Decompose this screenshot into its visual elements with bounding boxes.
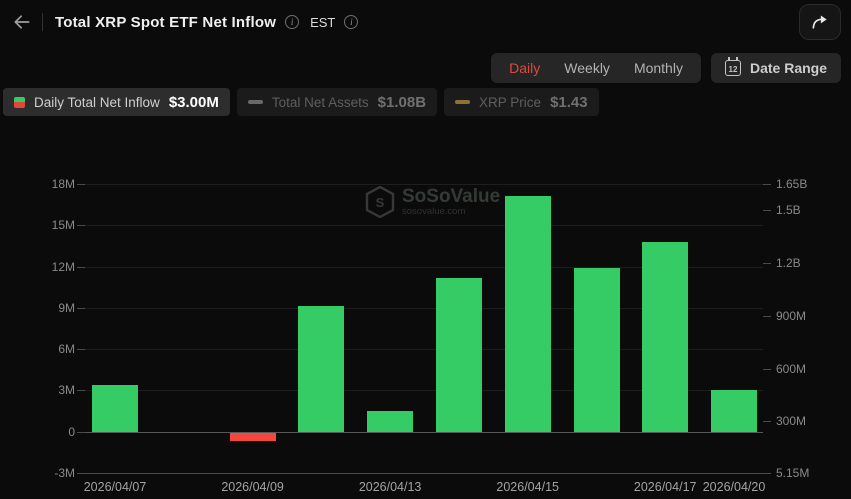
left-axis-label: 9M — [15, 302, 75, 314]
bar-2026/04/16[interactable] — [574, 268, 620, 432]
timezone-info-icon[interactable] — [344, 15, 358, 29]
right-axis-label: 600M — [776, 363, 836, 375]
legend-label: Daily Total Net Inflow — [34, 95, 160, 110]
left-axis-tick — [77, 432, 85, 433]
left-axis-tick — [77, 184, 85, 185]
x-axis-label: 2026/04/07 — [70, 480, 160, 494]
header-divider — [42, 13, 43, 31]
bar-2026/04/13[interactable] — [367, 411, 413, 432]
date-range-button[interactable]: 12 Date Range — [711, 53, 841, 83]
timezone-label: EST — [310, 15, 335, 30]
left-axis-label: 6M — [15, 343, 75, 355]
right-axis-tick — [763, 369, 771, 370]
right-axis-tick — [763, 421, 771, 422]
bar-2026/04/15[interactable] — [505, 196, 551, 431]
legend-label: XRP Price — [479, 95, 541, 110]
bar-2026/04/14[interactable] — [436, 278, 482, 432]
left-axis-tick — [77, 473, 85, 474]
legend-value: $3.00M — [169, 94, 219, 111]
legend-row: Daily Total Net Inflow $3.00M Total Net … — [3, 88, 599, 116]
left-axis-tick — [77, 225, 85, 226]
dash-icon — [455, 100, 470, 104]
watermark-domain: sosovalue.com — [402, 206, 500, 217]
left-axis-label: 12M — [15, 261, 75, 273]
right-axis-label: 1.65B — [776, 178, 836, 190]
right-axis-label: 1.2B — [776, 257, 836, 269]
watermark-name: SoSoValue — [402, 187, 500, 206]
period-tab-group: Daily Weekly Monthly — [491, 53, 701, 83]
legend-item-total-net-assets[interactable]: Total Net Assets $1.08B — [237, 88, 437, 116]
right-axis-tick — [763, 210, 771, 211]
right-axis-label: 900M — [776, 310, 836, 322]
legend-item-xrp-price[interactable]: XRP Price $1.43 — [444, 88, 599, 116]
date-range-label: Date Range — [750, 60, 827, 76]
controls-row: Daily Weekly Monthly 12 Date Range — [491, 53, 841, 83]
legend-item-daily-net-inflow[interactable]: Daily Total Net Inflow $3.00M — [3, 88, 230, 116]
bar-2026/04/10[interactable] — [298, 306, 344, 431]
header: Total XRP Spot ETF Net Inflow EST — [0, 0, 851, 44]
right-axis-label: 300M — [776, 415, 836, 427]
x-axis-label: 2026/04/13 — [345, 480, 435, 494]
tab-monthly[interactable]: Monthly — [622, 55, 695, 81]
tab-daily[interactable]: Daily — [497, 55, 552, 81]
left-axis-tick — [77, 390, 85, 391]
dash-icon — [248, 100, 263, 104]
bar-2026/04/17[interactable] — [642, 242, 688, 432]
tab-weekly[interactable]: Weekly — [552, 55, 622, 81]
back-arrow-icon — [12, 12, 32, 32]
candle-icon — [14, 97, 25, 108]
right-axis-tick — [763, 316, 771, 317]
right-axis-label: 5.15M — [776, 467, 836, 479]
gridline — [85, 225, 763, 226]
left-axis-label: 3M — [15, 384, 75, 396]
legend-value: $1.08B — [378, 94, 426, 111]
gridline — [85, 473, 763, 474]
left-axis-label: -3M — [15, 467, 75, 479]
back-button[interactable] — [8, 8, 36, 36]
left-axis-tick — [77, 308, 85, 309]
sosovalue-logo-icon: S — [365, 186, 395, 218]
share-icon — [810, 12, 830, 32]
x-axis-label: 2026/04/20 — [689, 480, 779, 494]
left-axis-tick — [77, 349, 85, 350]
left-axis-label: 0 — [15, 426, 75, 438]
page-title: Total XRP Spot ETF Net Inflow — [55, 14, 276, 31]
legend-value: $1.43 — [550, 94, 588, 111]
calendar-icon: 12 — [725, 60, 741, 76]
zero-gridline — [85, 432, 763, 433]
left-axis-tick — [77, 267, 85, 268]
left-axis-label: 18M — [15, 178, 75, 190]
bar-2026/04/20[interactable] — [711, 390, 757, 431]
bar-2026/04/09[interactable] — [230, 433, 276, 441]
right-axis-tick — [763, 263, 771, 264]
legend-label: Total Net Assets — [272, 95, 369, 110]
gridline — [85, 184, 763, 185]
right-axis-label: 1.5B — [776, 204, 836, 216]
x-axis-label: 2026/04/09 — [208, 480, 298, 494]
svg-text:S: S — [376, 195, 385, 210]
xrp-etf-inflow-page: Total XRP Spot ETF Net Inflow EST Daily … — [0, 0, 851, 499]
right-axis-tick — [763, 473, 771, 474]
title-info-icon[interactable] — [285, 15, 299, 29]
left-axis-label: 15M — [15, 219, 75, 231]
bar-2026/04/07[interactable] — [92, 385, 138, 432]
calendar-day-number: 12 — [729, 64, 738, 75]
watermark: S SoSoValue sosovalue.com — [365, 186, 500, 218]
right-axis-tick — [763, 184, 771, 185]
x-axis-label: 2026/04/15 — [483, 480, 573, 494]
chart: S SoSoValue sosovalue.com 18M 15M 12M 9M 6M 3… — [0, 170, 851, 499]
share-button[interactable] — [799, 4, 841, 40]
